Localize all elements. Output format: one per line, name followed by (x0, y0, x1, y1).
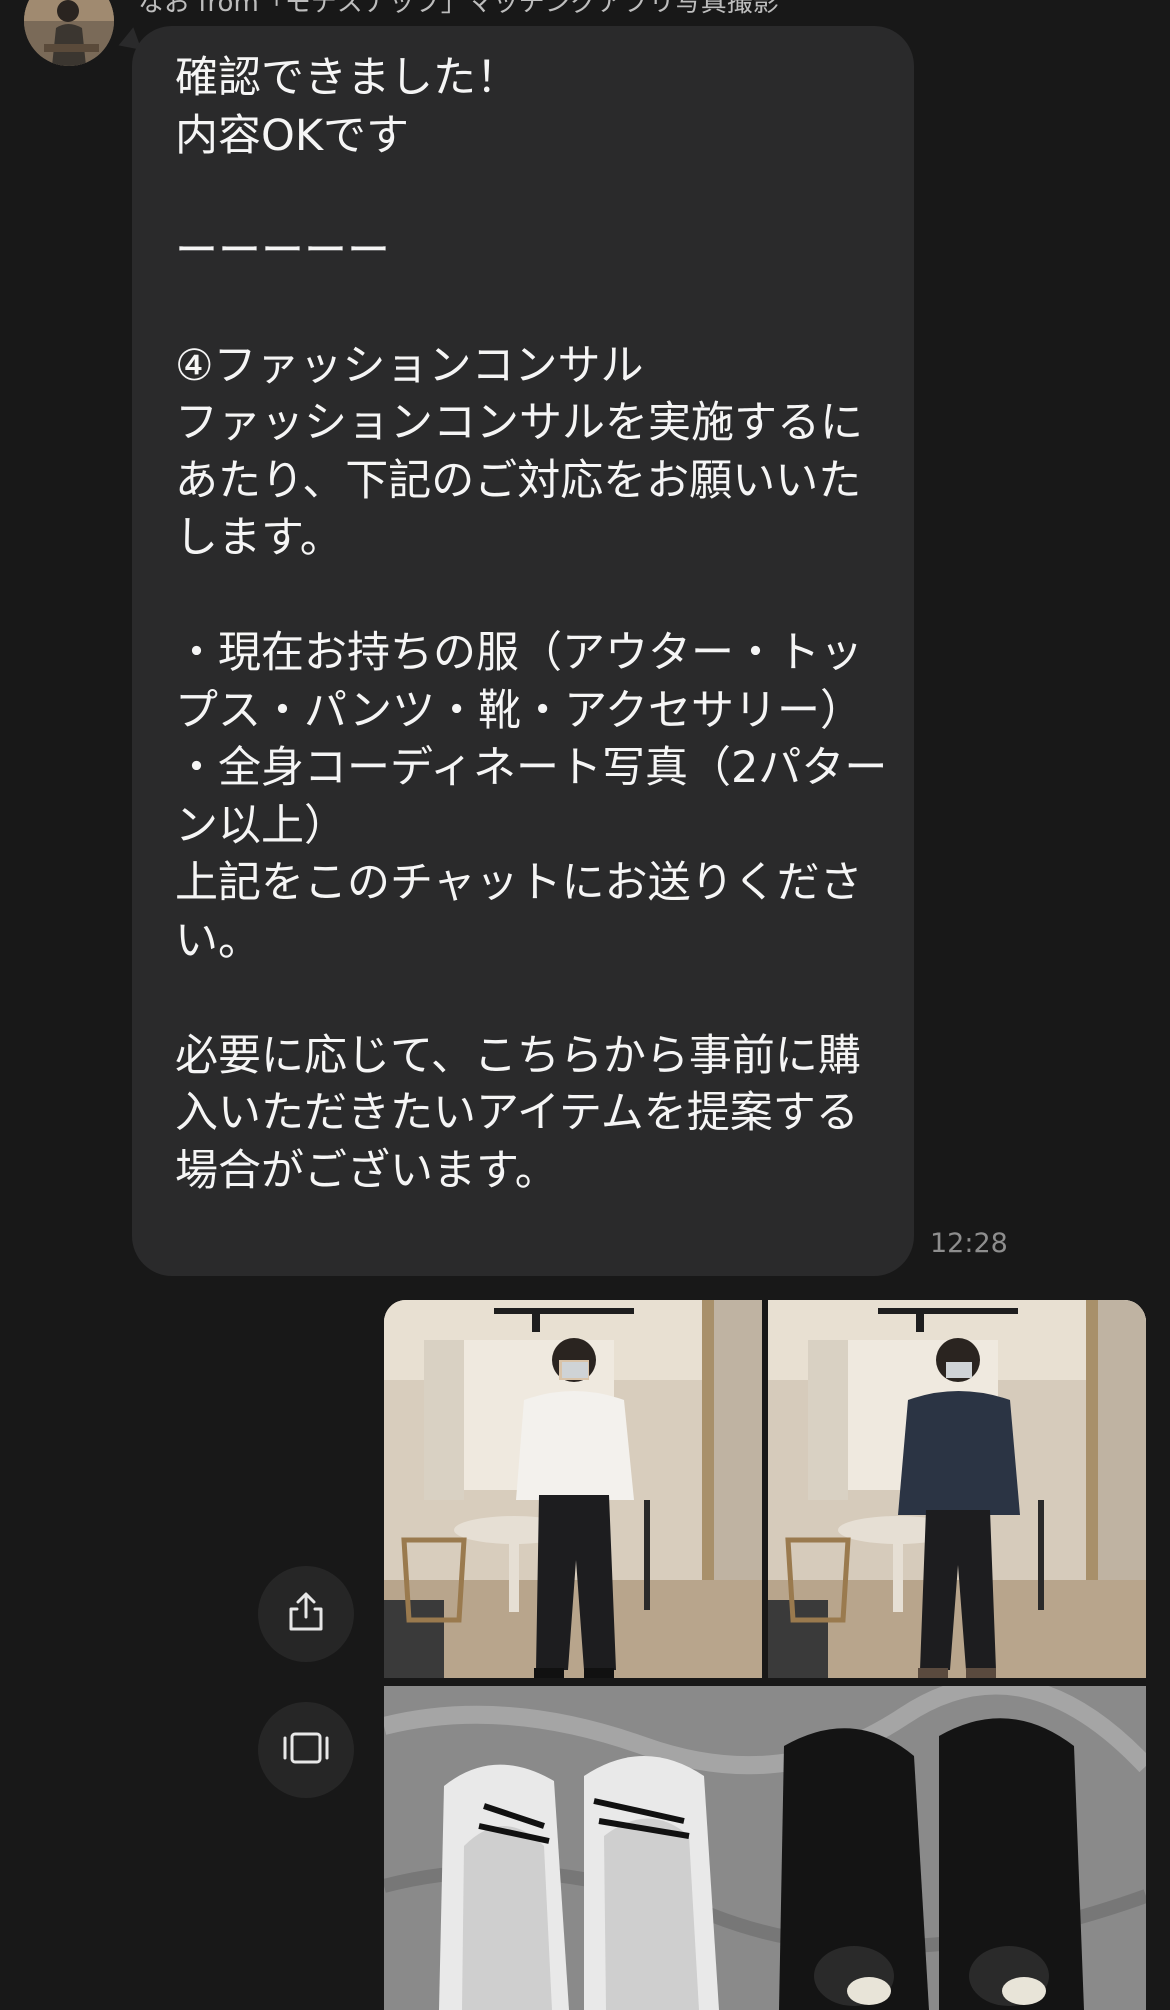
message-text: 確認できました！ 内容OKです ーーーーー ④ファッションコンサル ファッション… (175, 53, 888, 1196)
share-button[interactable] (258, 1566, 354, 1662)
gallery-icon (281, 1728, 331, 1772)
photo-denim-jacket-selfie[interactable] (768, 1300, 1146, 1678)
gallery-button[interactable] (258, 1702, 354, 1798)
sender-name: なお from「モテスナップ」マッチングアプリ写真撮影 (138, 0, 779, 18)
sender-avatar[interactable] (24, 0, 114, 66)
share-icon (283, 1589, 329, 1639)
photo-white-shirt-selfie[interactable] (384, 1300, 762, 1678)
photo-shoes[interactable] (384, 1686, 1146, 2010)
message-timestamp: 12:28 (930, 1228, 1008, 1259)
